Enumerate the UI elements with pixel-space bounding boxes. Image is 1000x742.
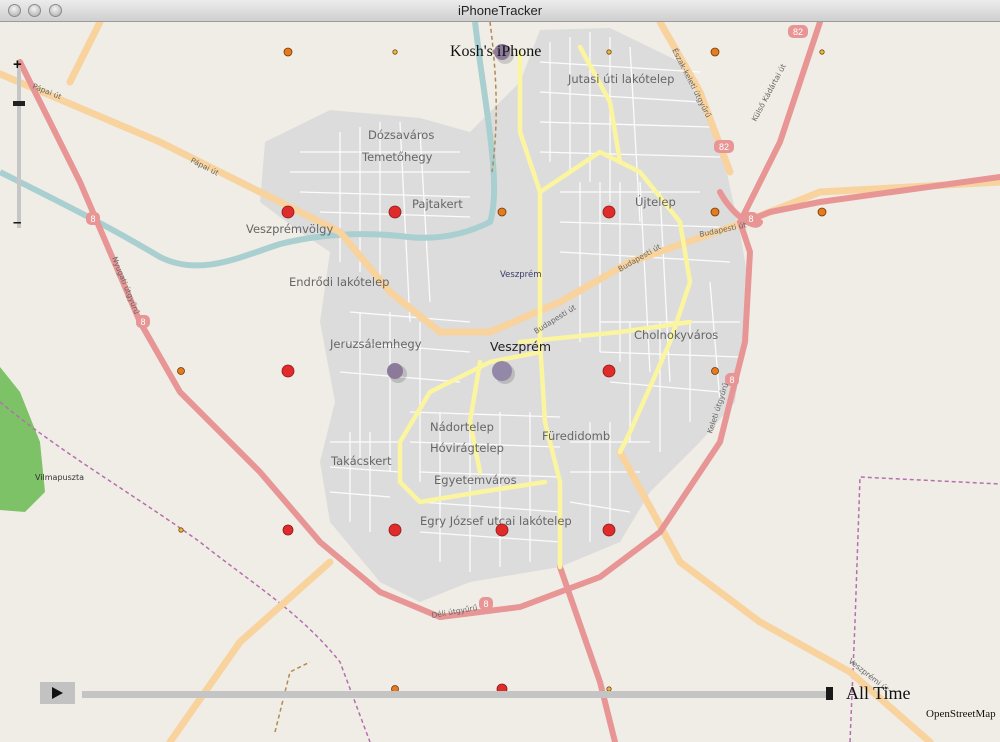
map-canvas: 82 82 8 8 8 8 8 Dózsaváros Temetőhegy Pa… <box>0 22 1000 742</box>
timeline-slider[interactable] <box>82 691 832 698</box>
district-label: Jeruzsálemhegy <box>329 337 422 351</box>
district-label: Egyetemváros <box>434 473 517 487</box>
road-label: Pápai út <box>189 156 220 178</box>
zoom-slider[interactable]: + – <box>12 56 26 232</box>
district-label: Endrődi lakótelep <box>289 275 389 289</box>
road-shield: 82 <box>719 142 729 152</box>
district-label: Újtelep <box>635 194 676 209</box>
zoom-handle[interactable] <box>13 101 25 106</box>
district-label: Cholnokyváros <box>634 328 718 342</box>
zoom-track[interactable] <box>17 68 21 228</box>
map-view[interactable]: 82 82 8 8 8 8 8 Dózsaváros Temetőhegy Pa… <box>0 22 1000 742</box>
title-bar: iPhoneTracker <box>0 0 1000 22</box>
road-label: Külső Kádártai út <box>750 62 788 123</box>
road-shield: 8 <box>90 214 95 224</box>
road-shield: 8 <box>483 599 488 609</box>
forest-area <box>0 367 45 512</box>
district-label: Füredidomb <box>542 429 610 443</box>
district-label: Dózsaváros <box>368 128 434 142</box>
district-label: Vilmapuszta <box>35 473 84 482</box>
city-label-small: Veszprém <box>500 269 542 280</box>
district-label: Pajtakert <box>412 197 463 211</box>
district-label: Jutasi úti lakótelep <box>567 72 674 86</box>
time-range-label: All Time <box>846 683 911 703</box>
device-label: Kosh's iPhone <box>450 43 542 60</box>
city-label: Veszprém <box>490 339 551 354</box>
district-label: Hóvirágtelep <box>430 441 504 455</box>
road-shield: 82 <box>793 27 803 37</box>
play-icon <box>52 687 63 699</box>
road-shield: 8 <box>729 375 734 385</box>
zoom-in-icon[interactable]: + <box>13 56 22 73</box>
window-title: iPhoneTracker <box>457 3 543 18</box>
district-label: Nádortelep <box>430 420 494 434</box>
play-button[interactable] <box>40 682 75 704</box>
district-label: Veszprémvölgy <box>246 222 333 236</box>
map-attribution: OpenStreetMap <box>926 708 996 720</box>
district-label: Egry József utcai lakótelep <box>420 514 572 528</box>
district-label: Takácskert <box>330 454 392 468</box>
district-label: Temetőhegy <box>361 150 433 164</box>
road-label: Nyugati útgyűrű <box>110 255 141 315</box>
road-shield: 8 <box>140 317 145 327</box>
timeline-handle[interactable] <box>826 687 833 700</box>
zoom-out-icon[interactable]: – <box>13 214 21 231</box>
road-shield: 8 <box>748 214 753 224</box>
